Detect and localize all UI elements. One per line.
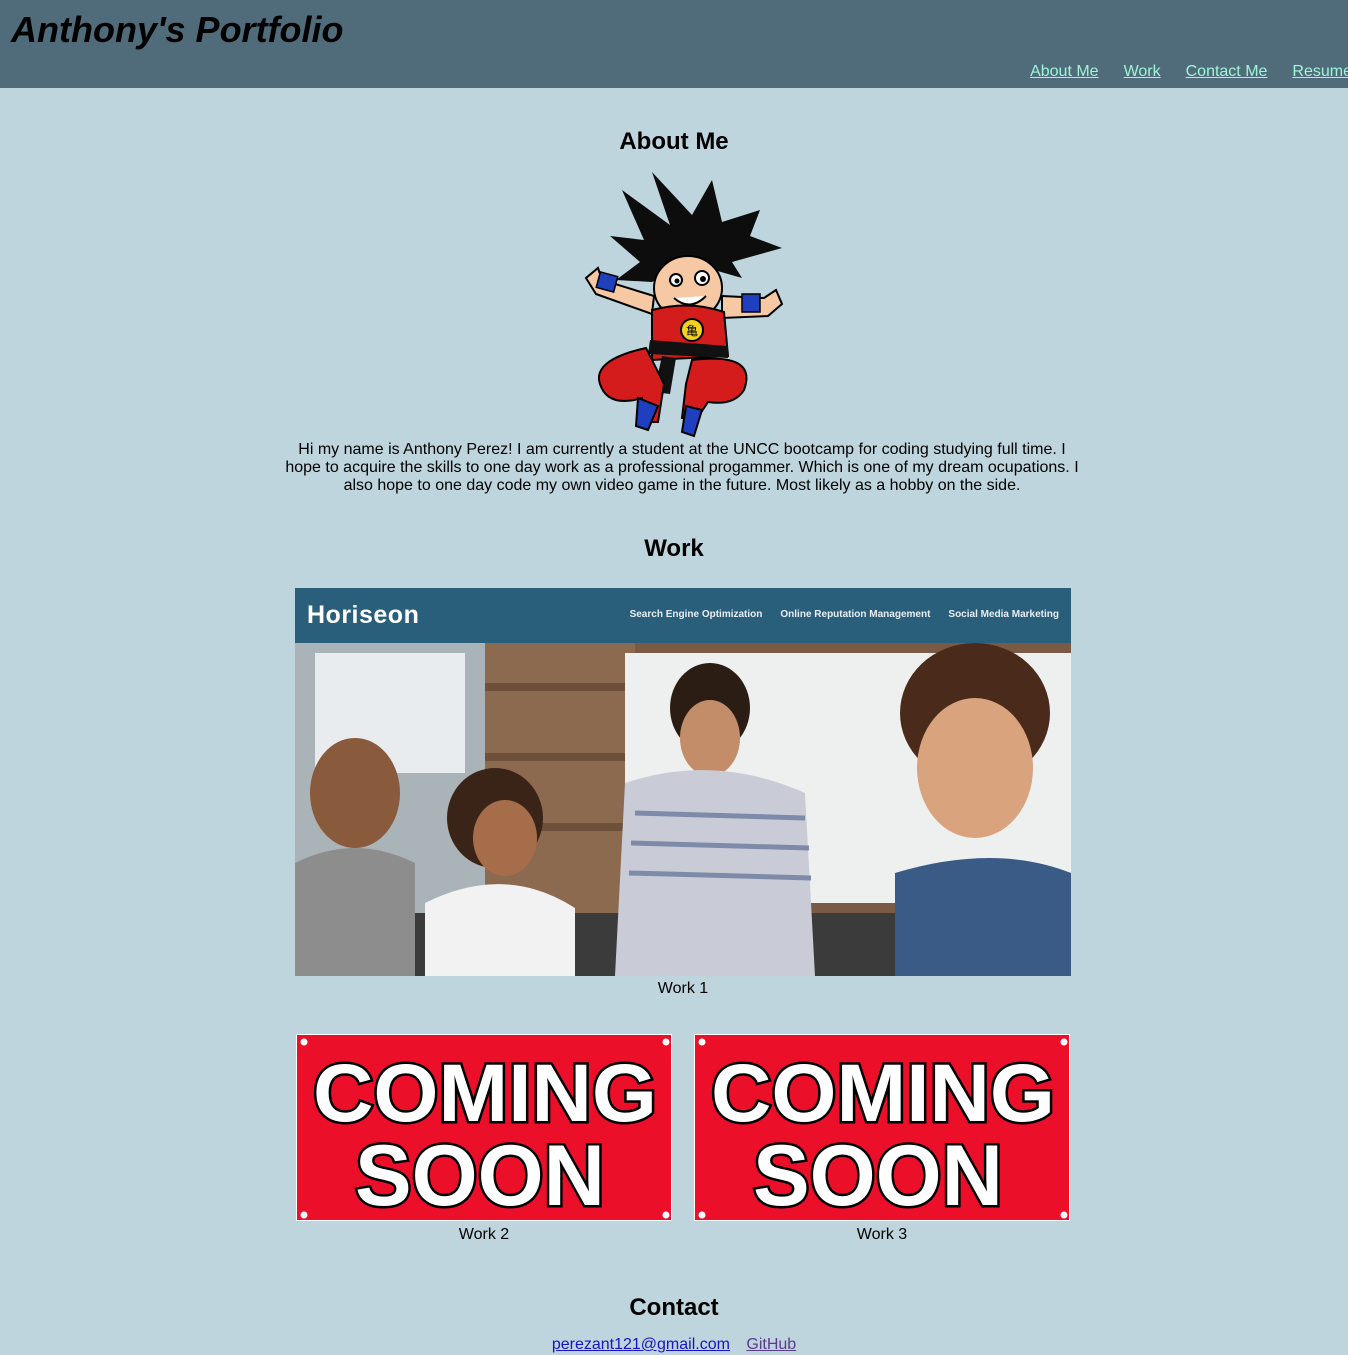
main-nav: About Me Work Contact Me Resume <box>1030 63 1348 83</box>
team-meeting-photo <box>295 643 1071 976</box>
soon-text: SOON <box>753 1128 1003 1221</box>
nav-link-work[interactable]: Work <box>1124 63 1161 83</box>
nav-link-about-me[interactable]: About Me <box>1030 63 1098 83</box>
nav-link-resume[interactable]: Resume <box>1292 63 1348 83</box>
coming-text: COMING <box>313 1048 657 1139</box>
email-link[interactable]: perezant121@gmail.com <box>552 1336 730 1353</box>
coming-text: COMING <box>711 1048 1055 1139</box>
work-1-menu: Search Engine Optimization Online Reputa… <box>630 609 1059 620</box>
svg-text:亀: 亀 <box>686 324 698 338</box>
work-2-coming-soon-banner[interactable]: COMING SOON <box>296 1034 672 1221</box>
coming-soon-banner-graphic: COMING SOON <box>698 1038 1068 1221</box>
work-1-menu-item: Social Media Marketing <box>948 609 1059 620</box>
cartoon-character-avatar-icon: 亀 <box>584 172 784 438</box>
site-header: Anthony's Portfolio About Me Work Contac… <box>0 0 1348 88</box>
work-1-menu-item: Search Engine Optimization <box>629 609 763 620</box>
work-heading: Work <box>644 535 704 562</box>
work-3-coming-soon-banner[interactable]: COMING SOON <box>694 1034 1070 1221</box>
work-2-caption: Work 2 <box>458 1226 510 1243</box>
github-link[interactable]: GitHub <box>746 1336 796 1353</box>
work-1-screenshot[interactable]: Horiseon Search Engine Optimization Onli… <box>295 588 1071 976</box>
site-title: Anthony's Portfolio <box>11 9 344 50</box>
contact-heading: Contact <box>629 1294 719 1321</box>
soon-text: SOON <box>355 1128 605 1221</box>
about-heading: About Me <box>619 128 729 155</box>
about-bio: Hi my name is Anthony Perez! I am curren… <box>285 441 1079 494</box>
coming-soon-banner-graphic: COMING SOON <box>300 1038 670 1221</box>
contact-links: perezant121@gmail.com GitHub <box>0 1336 1348 1354</box>
work-3-caption: Work 3 <box>856 1226 908 1243</box>
work-1-logo: Horiseon <box>307 601 420 629</box>
work-1-caption: Work 1 <box>657 980 709 997</box>
nav-link-contact-me[interactable]: Contact Me <box>1186 63 1268 83</box>
work-1-navbar: Horiseon Search Engine Optimization Onli… <box>295 588 1071 643</box>
work-1-menu-item: Online Reputation Management <box>780 609 931 620</box>
